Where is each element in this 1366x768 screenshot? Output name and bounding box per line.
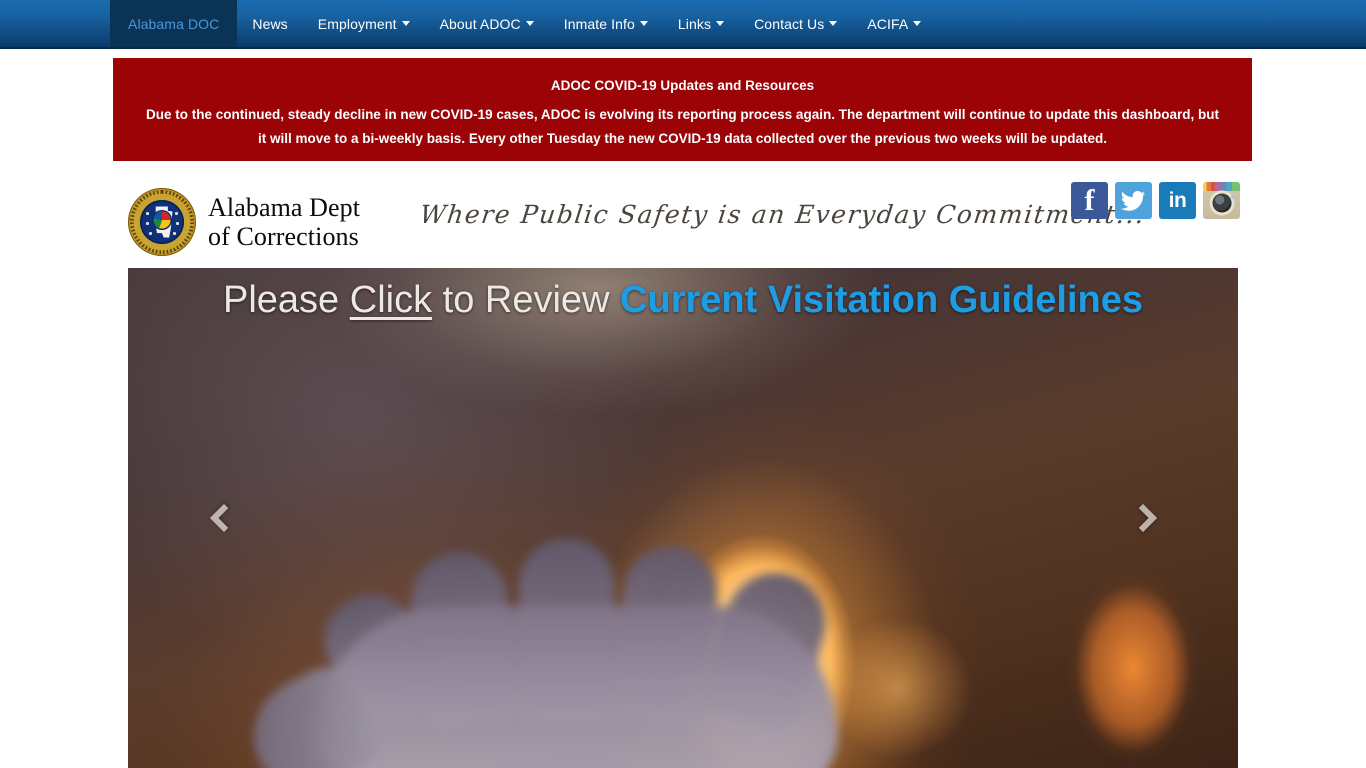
site-header: Alabama Dept of Corrections Where Public… (128, 178, 1240, 266)
carousel-next-button[interactable] (1105, 268, 1180, 768)
site-logo-link[interactable]: Alabama Dept of Corrections (128, 188, 360, 256)
chevron-down-icon (525, 21, 534, 26)
logo-line-2: of Corrections (208, 222, 359, 251)
carousel-slide-image (128, 268, 1238, 768)
facebook-icon[interactable] (1071, 182, 1108, 219)
caption-part-2: to Review (432, 279, 621, 321)
chevron-down-icon (913, 21, 922, 26)
site-logo-text: Alabama Dept of Corrections (208, 193, 360, 251)
nav-item-acifa[interactable]: ACIFA (852, 0, 936, 47)
instagram-icon[interactable] (1203, 182, 1240, 219)
site-tagline: Where Public Safety is an Everyday Commi… (418, 200, 1147, 229)
nav-item-links[interactable]: Links (663, 0, 739, 47)
nav-brand-alabama-doc[interactable]: Alabama DOC (110, 0, 238, 47)
caption-click-link[interactable]: Click (350, 279, 432, 321)
chevron-left-icon (209, 503, 238, 533)
seal-medallion-icon (153, 211, 171, 229)
chevron-down-icon (829, 21, 838, 26)
homepage-carousel: Please Click to Review Current Visitatio… (128, 268, 1238, 768)
caption-highlight[interactable]: Current Visitation Guidelines (620, 279, 1143, 321)
palm (318, 606, 838, 768)
chevron-down-icon (716, 21, 725, 26)
hand-silhouette (233, 466, 948, 768)
nav-item-label: Links (677, 15, 712, 32)
instagram-rainbow-strip (1203, 182, 1240, 191)
nav-brand-label: Alabama DOC (128, 15, 220, 32)
adoc-seal-icon (128, 188, 196, 256)
covid-alert-body: Due to the continued, steady decline in … (146, 107, 1219, 146)
nav-item-label: ACIFA (867, 15, 909, 32)
covid-alert-title: ADOC COVID-19 Updates and Resources (550, 78, 815, 93)
nav-item-label: About ADOC (439, 15, 521, 32)
carousel-caption[interactable]: Please Click to Review Current Visitatio… (128, 278, 1238, 324)
nav-item-contact-us[interactable]: Contact Us (739, 0, 852, 47)
carousel-prev-button[interactable] (186, 268, 261, 768)
nav-item-employment[interactable]: Employment (303, 0, 425, 47)
nav-item-news[interactable]: News (237, 0, 302, 47)
nav-item-about-adoc[interactable]: About ADOC (425, 0, 549, 47)
twitter-icon[interactable] (1115, 182, 1152, 219)
covid-alert-banner[interactable]: ADOC COVID-19 Updates and Resources Due … (113, 58, 1252, 161)
nav-item-label: Employment (317, 15, 397, 32)
chevron-right-icon (1128, 503, 1157, 533)
nav-item-label: Inmate Info (563, 15, 635, 32)
linkedin-icon[interactable] (1159, 182, 1196, 219)
main-navbar: Alabama DOC News Employment About ADOC I… (0, 0, 1366, 49)
social-links (1071, 182, 1240, 219)
logo-line-1: Alabama Dept (208, 192, 361, 222)
instagram-viewfinder (1231, 195, 1235, 199)
nav-item-label: News (252, 15, 288, 32)
nav-item-inmate-info[interactable]: Inmate Info (549, 0, 663, 47)
instagram-lens (1212, 193, 1231, 213)
nav-item-label: Contact Us (754, 15, 825, 32)
chevron-down-icon (639, 21, 648, 26)
chevron-down-icon (401, 21, 410, 26)
nav-items-container: Alabama DOC News Employment About ADOC I… (110, 0, 936, 47)
